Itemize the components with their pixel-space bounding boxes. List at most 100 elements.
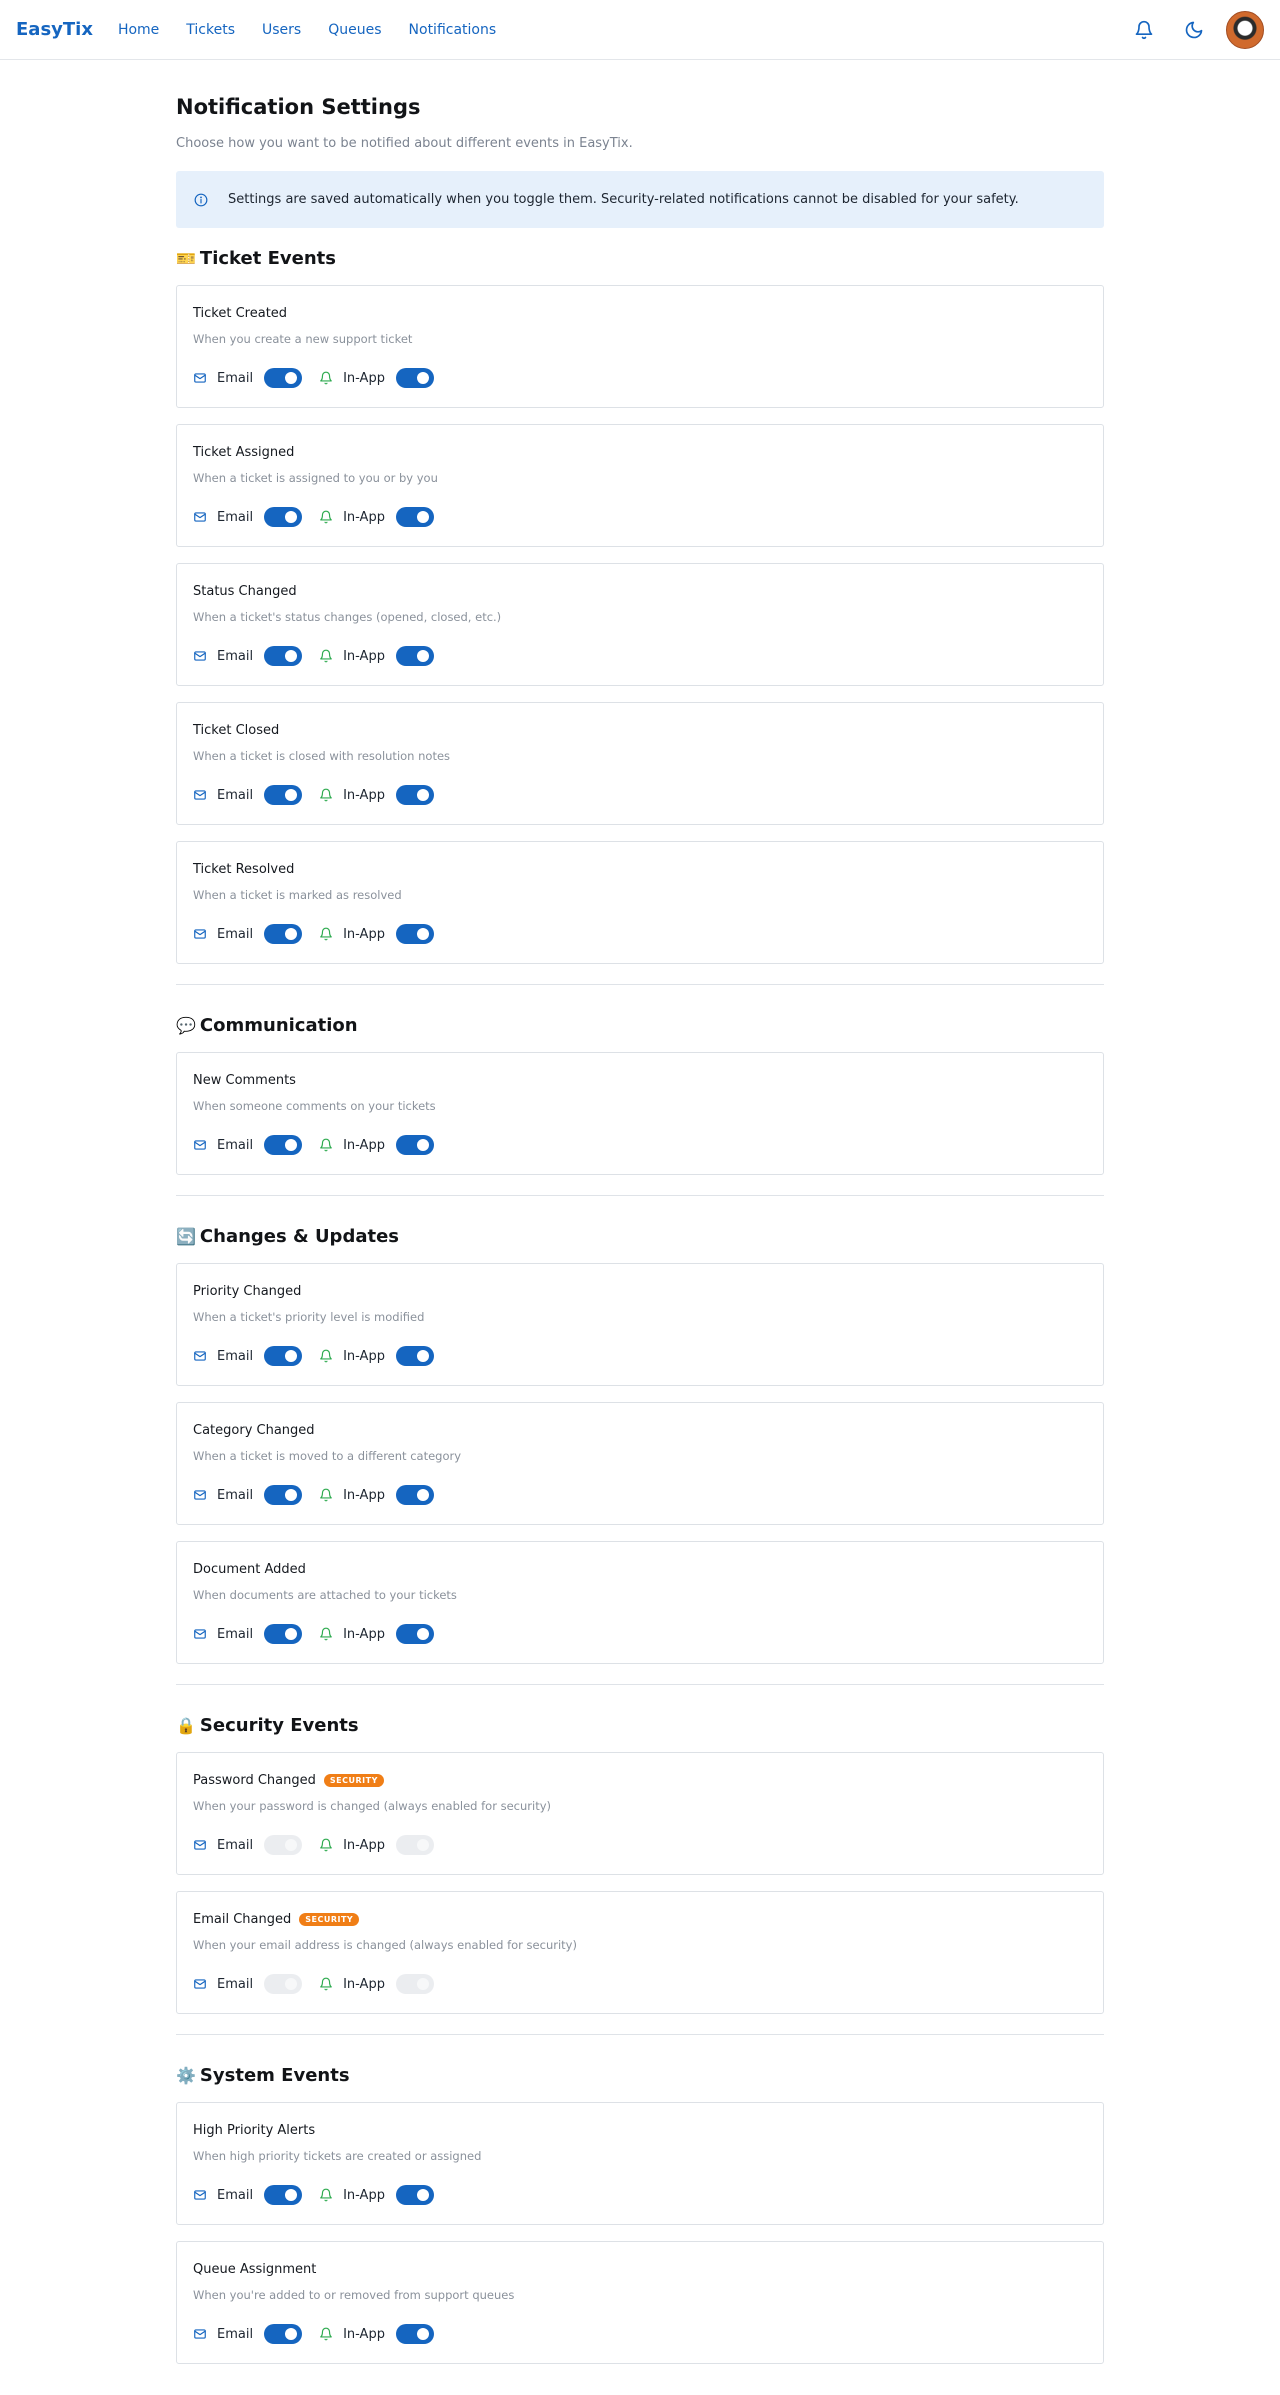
inapp-label: In-App bbox=[343, 648, 385, 664]
mail-icon bbox=[193, 788, 207, 802]
email-toggle[interactable] bbox=[264, 924, 303, 944]
mail-icon bbox=[193, 2327, 207, 2341]
bell-icon bbox=[319, 1977, 333, 1991]
notification-toggles: Email In-App bbox=[193, 645, 1087, 667]
notification-description: When a ticket is moved to a different ca… bbox=[193, 1449, 462, 1463]
brand-logo[interactable]: EasyTix bbox=[16, 19, 93, 40]
email-label: Email bbox=[217, 926, 254, 942]
card-header: Status Changed bbox=[193, 582, 1087, 600]
section-cards: Priority Changed When a ticket's priorit… bbox=[176, 1263, 1104, 1664]
inapp-toggle[interactable] bbox=[395, 1974, 434, 1994]
notification-title: Status Changed bbox=[193, 583, 297, 599]
nav-tickets[interactable]: Tickets bbox=[186, 22, 235, 38]
notification-description: When high priority tickets are created o… bbox=[193, 2149, 482, 2163]
section-title: 🔒 Security Events bbox=[176, 1715, 1104, 1736]
email-toggle[interactable] bbox=[264, 785, 303, 805]
email-label: Email bbox=[217, 370, 254, 386]
nav-notifications[interactable]: Notifications bbox=[409, 22, 497, 38]
toggle-knob bbox=[416, 1839, 429, 1851]
email-toggle[interactable] bbox=[264, 1835, 303, 1855]
card-header: Ticket Created bbox=[193, 304, 1087, 322]
mail-icon bbox=[193, 1349, 207, 1363]
notification-card: Category Changed When a ticket is moved … bbox=[176, 1402, 1104, 1525]
nav-queues[interactable]: Queues bbox=[328, 22, 381, 38]
inapp-toggle[interactable] bbox=[395, 1346, 434, 1366]
bell-icon[interactable] bbox=[1130, 16, 1158, 44]
email-toggle[interactable] bbox=[264, 2324, 303, 2344]
inapp-toggle[interactable] bbox=[395, 2185, 434, 2205]
inapp-label: In-App bbox=[343, 509, 385, 525]
inapp-toggle[interactable] bbox=[395, 785, 434, 805]
email-toggle[interactable] bbox=[264, 1485, 303, 1505]
notification-toggles: Email In-App bbox=[193, 506, 1087, 528]
nav-home[interactable]: Home bbox=[118, 22, 159, 38]
email-toggle[interactable] bbox=[264, 1135, 303, 1155]
inapp-toggle[interactable] bbox=[395, 1624, 434, 1644]
notification-title: Queue Assignment bbox=[193, 2261, 317, 2277]
mail-icon bbox=[193, 371, 207, 385]
section-emoji: 🔄 bbox=[176, 1227, 196, 1246]
inapp-label: In-App bbox=[343, 787, 385, 803]
email-toggle[interactable] bbox=[264, 1624, 303, 1644]
toggle-knob bbox=[285, 789, 298, 801]
toggle-knob bbox=[285, 1350, 298, 1362]
mail-icon bbox=[193, 2188, 207, 2202]
email-label: Email bbox=[217, 1137, 254, 1153]
section-title: 🔄 Changes & Updates bbox=[176, 1226, 1104, 1247]
email-label: Email bbox=[217, 1348, 254, 1364]
info-alert-text: Settings are saved automatically when yo… bbox=[228, 192, 1019, 207]
notification-card: Priority Changed When a ticket's priorit… bbox=[176, 1263, 1104, 1386]
notification-toggles: Email In-App bbox=[193, 1134, 1087, 1156]
inapp-toggle[interactable] bbox=[395, 1485, 434, 1505]
inapp-label: In-App bbox=[343, 2187, 385, 2203]
notification-toggles: Email In-App bbox=[193, 1345, 1087, 1367]
inapp-toggle[interactable] bbox=[395, 924, 434, 944]
notification-toggles: Email In-App bbox=[193, 1834, 1087, 1856]
email-toggle[interactable] bbox=[264, 646, 303, 666]
notification-title: Ticket Created bbox=[193, 305, 288, 321]
email-toggle[interactable] bbox=[264, 1974, 303, 1994]
email-toggle[interactable] bbox=[264, 1346, 303, 1366]
notification-title: Ticket Resolved bbox=[193, 861, 295, 877]
page-title: Notification Settings bbox=[176, 95, 421, 119]
user-avatar[interactable] bbox=[1226, 10, 1264, 49]
notification-title: Priority Changed bbox=[193, 1283, 302, 1299]
inapp-toggle[interactable] bbox=[395, 1135, 434, 1155]
section-title: 🎫 Ticket Events bbox=[176, 248, 1104, 269]
email-toggle[interactable] bbox=[264, 2185, 303, 2205]
toggle-knob bbox=[285, 650, 298, 662]
notification-description: When documents are attached to your tick… bbox=[193, 1588, 457, 1602]
dark-mode-moon-icon[interactable] bbox=[1180, 16, 1208, 44]
section-cards: Ticket Created When you create a new sup… bbox=[176, 285, 1104, 964]
notification-toggles: Email In-App bbox=[193, 784, 1087, 806]
inapp-toggle[interactable] bbox=[395, 368, 434, 388]
bell-icon bbox=[319, 1838, 333, 1852]
nav-users[interactable]: Users bbox=[262, 22, 301, 38]
card-header: Ticket Resolved bbox=[193, 860, 1087, 878]
inapp-toggle[interactable] bbox=[395, 1835, 434, 1855]
card-header: Category Changed bbox=[193, 1421, 1087, 1439]
settings-section: 🎫 Ticket Events Ticket Created When you … bbox=[176, 248, 1104, 964]
notification-title: Ticket Assigned bbox=[193, 444, 295, 460]
inapp-toggle[interactable] bbox=[395, 646, 434, 666]
email-label: Email bbox=[217, 1976, 254, 1992]
section-title-text: Communication bbox=[199, 1015, 358, 1036]
settings-section: 💬 Communication New Comments When someon… bbox=[176, 1015, 1104, 1175]
email-toggle[interactable] bbox=[264, 507, 303, 527]
toggle-knob bbox=[285, 372, 298, 384]
section-title-text: Changes & Updates bbox=[199, 1226, 400, 1247]
notification-description: When your email address is changed (alwa… bbox=[193, 1938, 577, 1952]
inapp-toggle[interactable] bbox=[395, 2324, 434, 2344]
mail-icon bbox=[193, 1138, 207, 1152]
notification-toggles: Email In-App bbox=[193, 1973, 1087, 1995]
email-toggle[interactable] bbox=[264, 368, 303, 388]
inapp-toggle[interactable] bbox=[395, 507, 434, 527]
toggle-knob bbox=[285, 928, 298, 940]
card-header: Priority Changed bbox=[193, 1282, 1087, 1300]
notification-toggles: Email In-App bbox=[193, 2323, 1087, 2345]
settings-sections: 🎫 Ticket Events Ticket Created When you … bbox=[176, 248, 1104, 2364]
toggle-knob bbox=[416, 650, 429, 662]
notification-description: When someone comments on your tickets bbox=[193, 1099, 436, 1113]
notification-card: Document Added When documents are attach… bbox=[176, 1541, 1104, 1664]
card-header: Password Changed SECURITY bbox=[193, 1771, 1087, 1789]
